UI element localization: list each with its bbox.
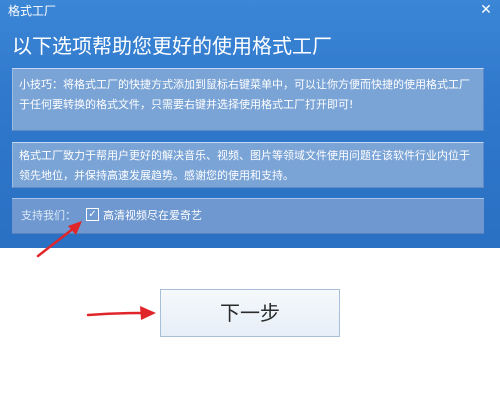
- about-panel: 格式工厂致力于帮用户更好的解决音乐、视频、图片等领域文件使用问题在该软件行业内位…: [12, 142, 484, 188]
- tip-panel: 小技巧：将格式工厂的快捷方式添加到鼠标右键菜单中，可以让你方便而快捷的使用格式工…: [12, 68, 484, 131]
- close-icon[interactable]: ✕: [476, 0, 496, 20]
- title-bar: 格式工厂 ✕: [0, 0, 500, 22]
- next-button[interactable]: 下一步: [160, 289, 340, 337]
- about-text: 格式工厂致力于帮用户更好的解决音乐、视频、图片等领域文件使用问题在该软件行业内位…: [19, 149, 470, 182]
- red-arrow-icon: [86, 306, 156, 320]
- red-arrow-icon: [36, 221, 82, 258]
- window-header-area: 格式工厂 ✕ 以下选项帮助您更好的使用格式工厂 小技巧：将格式工厂的快捷方式添加…: [0, 0, 500, 248]
- iqiyi-checkbox-label[interactable]: 高清视频尽在爱奇艺: [103, 208, 202, 224]
- window-title: 格式工厂: [8, 4, 57, 18]
- page-title: 以下选项帮助您更好的使用格式工厂: [12, 34, 332, 58]
- tip-text: 小技巧：将格式工厂的快捷方式添加到鼠标右键菜单中，可以让你方便而快捷的使用格式工…: [19, 78, 470, 111]
